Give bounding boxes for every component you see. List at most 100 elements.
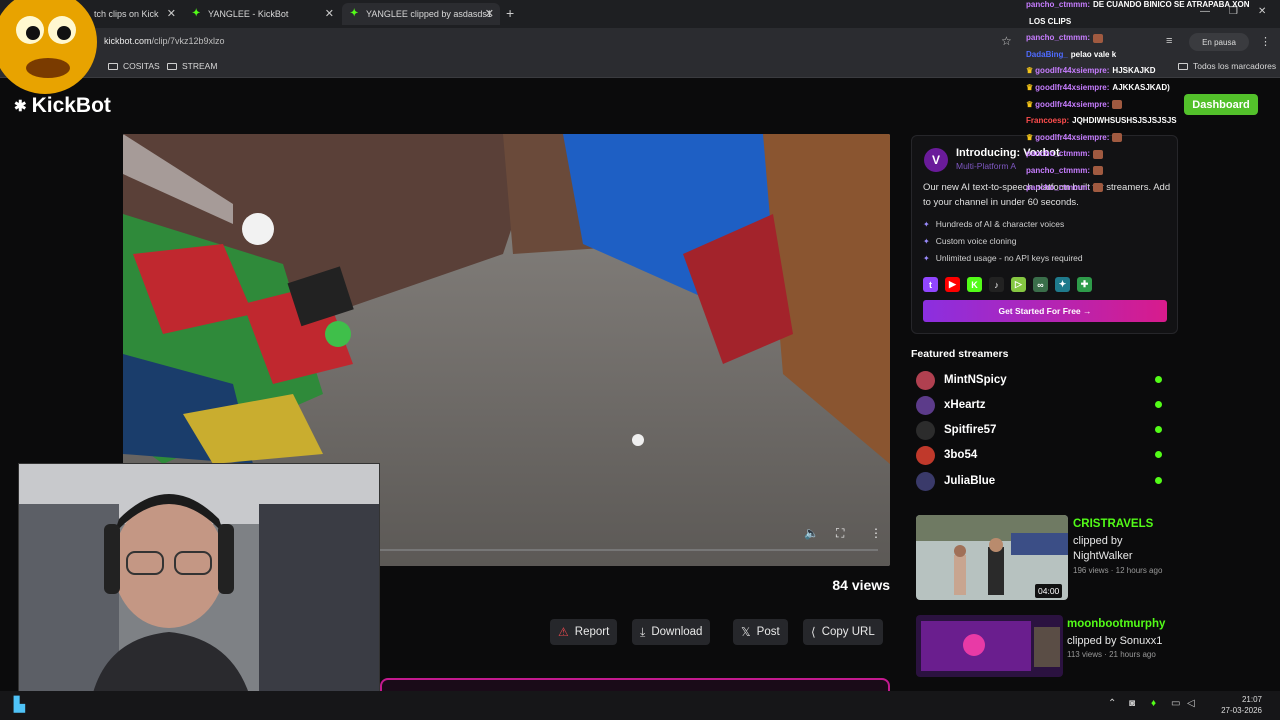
streamer-name: JuliaBlue [944, 475, 996, 487]
chat-username: goodlfr44xsiempre: [1035, 132, 1110, 142]
crown-badge-icon: ♛ [1026, 66, 1034, 76]
system-clock[interactable]: 21:07 27-03-2026 [1202, 694, 1262, 716]
tray-chevron-icon[interactable]: ⌃ [1108, 698, 1116, 709]
chat-username: pancho_ctmmm: [1026, 0, 1091, 9]
download-icon: ⤓ [640, 624, 646, 639]
chat-emote-icon [1093, 182, 1104, 192]
promo-subtitle: Multi-Platform A [956, 161, 1016, 171]
report-button[interactable]: ⚠ Report [550, 619, 618, 645]
tiktok-icon: ♪ [989, 277, 1004, 292]
emoji-sticker-icon [0, 0, 97, 94]
webcam-overlay [18, 463, 380, 711]
chat-username: pancho_ctmmm: [1026, 33, 1091, 43]
bookmark-star-icon[interactable]: ☆ [1001, 34, 1012, 48]
tab-yanglee-clipped[interactable]: ✦ YANGLEE clipped by asdasds1 ✕ [342, 3, 500, 25]
featured-streamer-item[interactable]: MintNSpicy [916, 370, 1166, 390]
fullscreen-icon[interactable]: ⛶ [836, 526, 844, 541]
clip-meta: 196 views · 12 hours ago [1073, 566, 1163, 575]
featured-streamer-item[interactable]: Spitfire57 [916, 420, 1166, 440]
live-indicator-icon [1155, 451, 1162, 458]
chat-emote-icon [1093, 149, 1104, 159]
avatar [916, 395, 935, 415]
streamer-name: xHeartz [944, 399, 986, 411]
chat-username: Francoesp: [1026, 116, 1070, 126]
sparkle-icon: ✦ [923, 219, 930, 229]
chat-message: pancho_ctmmm: DE CUANDO BINICO SE ATRAPAB… [1026, 0, 1249, 9]
chat-username: pancho_ctmmm: [1026, 182, 1091, 192]
chat-text: JQHDIWHSUSHSJSJSJSJS [1072, 116, 1177, 126]
chat-username: goodlfr44xsiempre: [1035, 66, 1110, 76]
clip-thumbnail[interactable] [916, 615, 1063, 677]
post-to-x-button[interactable]: 𝕏 Post [733, 619, 788, 645]
rumble-icon: ▷ [1011, 277, 1026, 292]
folder-icon [167, 62, 177, 70]
chat-text: HJSKAJKD [1112, 66, 1156, 76]
chat-emote-icon [1093, 166, 1104, 176]
get-started-button[interactable]: Get Started For Free → [923, 300, 1167, 322]
feature-text: Hundreds of AI & character voices [935, 219, 1065, 229]
featured-streamer-item[interactable]: JuliaBlue [916, 471, 1166, 491]
close-icon[interactable]: ✕ [167, 7, 176, 20]
close-icon[interactable]: ✕ [325, 7, 334, 20]
clock-date: 27-03-2026 [1221, 706, 1262, 715]
app-launcher-icon[interactable]: ▙ [14, 696, 25, 713]
video-progress-bar[interactable] [379, 549, 878, 551]
clip-meta: 113 views · 21 hours ago [1067, 650, 1156, 659]
bookmark-cositas[interactable]: COSITAS [108, 61, 160, 71]
avatar [916, 370, 935, 390]
close-icon[interactable]: ✕ [485, 7, 494, 20]
link-icon: ∞ [1033, 277, 1048, 292]
download-label: Download [651, 626, 703, 638]
chat-message: Francoesp: JQHDIWHSUSHSJSJSJSJS [1026, 116, 1177, 125]
featured-streamer-item[interactable]: 3bo54 [916, 445, 1166, 465]
microphone-icon[interactable]: ♦ [1151, 698, 1156, 709]
download-button[interactable]: ⤓ Download [632, 619, 711, 645]
os-taskbar: ▙ ⌃ ◙ ♦ ▭ ◁ 21:07 27-03-2026 [0, 691, 1280, 720]
chat-text: AJKKASJKAD) [1112, 83, 1170, 92]
copy-url-label: Copy URL [821, 626, 875, 638]
chat-message: DadaBing_ pelao vale k [1026, 50, 1116, 59]
chat-message: ♛ goodlfr44xsiempre: HJSKAJKD [1026, 66, 1156, 75]
report-label: Report [574, 626, 610, 638]
network-icon[interactable]: ▭ [1171, 698, 1180, 709]
live-indicator-icon [1155, 426, 1162, 433]
copy-url-button[interactable]: ⟨ Copy URL [803, 619, 883, 645]
featured-streamer-item[interactable]: xHeartz [916, 395, 1166, 415]
clip-card[interactable]: 04:00 CRISTRAVELS clipped by NightWalker… [916, 515, 1181, 600]
tab-yanglee-kickbot[interactable]: ✦ YANGLEE - KickBot ✕ [184, 3, 340, 25]
kickbot-favicon-icon: ✦ [192, 8, 201, 19]
chat-message: ♛ goodlfr44xsiempre: AJKKASJKAD) [1026, 83, 1170, 92]
bookmark-label: STREAM [182, 61, 218, 71]
crown-badge-icon: ♛ [1026, 99, 1034, 109]
clip-channel-name[interactable]: CRISTRAVELS [1073, 518, 1153, 530]
chat-message: ♛ goodlfr44xsiempre: [1026, 132, 1123, 143]
video-options-icon[interactable]: ⋮ [870, 526, 882, 540]
chat-text: pelao vale k [1070, 49, 1117, 59]
clip-channel-name[interactable]: moonbootmurphy [1067, 618, 1165, 630]
sparkle-icon: ✦ [923, 236, 930, 246]
chat-message: pancho_ctmmm: [1026, 166, 1104, 176]
clip-author: clipped by Sonuxx1 [1067, 635, 1163, 647]
crown-badge-icon: ♛ [1026, 83, 1034, 92]
avatar [916, 445, 935, 465]
volume-icon[interactable]: 🔈 [804, 526, 819, 540]
promo-banner-edge [380, 678, 890, 691]
thumbnail-image [916, 615, 1063, 677]
chat-username: pancho_ctmmm: [1026, 166, 1091, 175]
speaker-icon[interactable]: ◁ [1187, 698, 1195, 709]
chat-emote-icon [1093, 33, 1104, 43]
warning-icon: ⚠ [558, 625, 569, 639]
twitch-icon: t [923, 277, 938, 292]
puzzle-icon: ✚ [1077, 277, 1092, 292]
bookmark-stream[interactable]: STREAM [167, 61, 217, 71]
discord-tray-icon[interactable]: ◙ [1129, 698, 1135, 709]
new-tab-button[interactable]: + [506, 5, 514, 21]
feature-item: ✦ Hundreds of AI & character voices [923, 219, 1064, 229]
clip-card[interactable]: moonbootmurphy clipped by Sonuxx1 113 vi… [916, 615, 1181, 685]
streamer-name: MintNSpicy [944, 374, 1007, 386]
feature-item: ✦ Custom voice cloning [923, 236, 1017, 246]
url-field[interactable]: kickbot.com/clip/7vkz12b9xlzo [104, 36, 225, 46]
chat-text: DE CUANDO BINICO SE ATRAPABA XON [1093, 0, 1250, 9]
youtube-icon: ▶ [945, 277, 960, 292]
chat-username: DadaBing_ [1026, 49, 1068, 59]
